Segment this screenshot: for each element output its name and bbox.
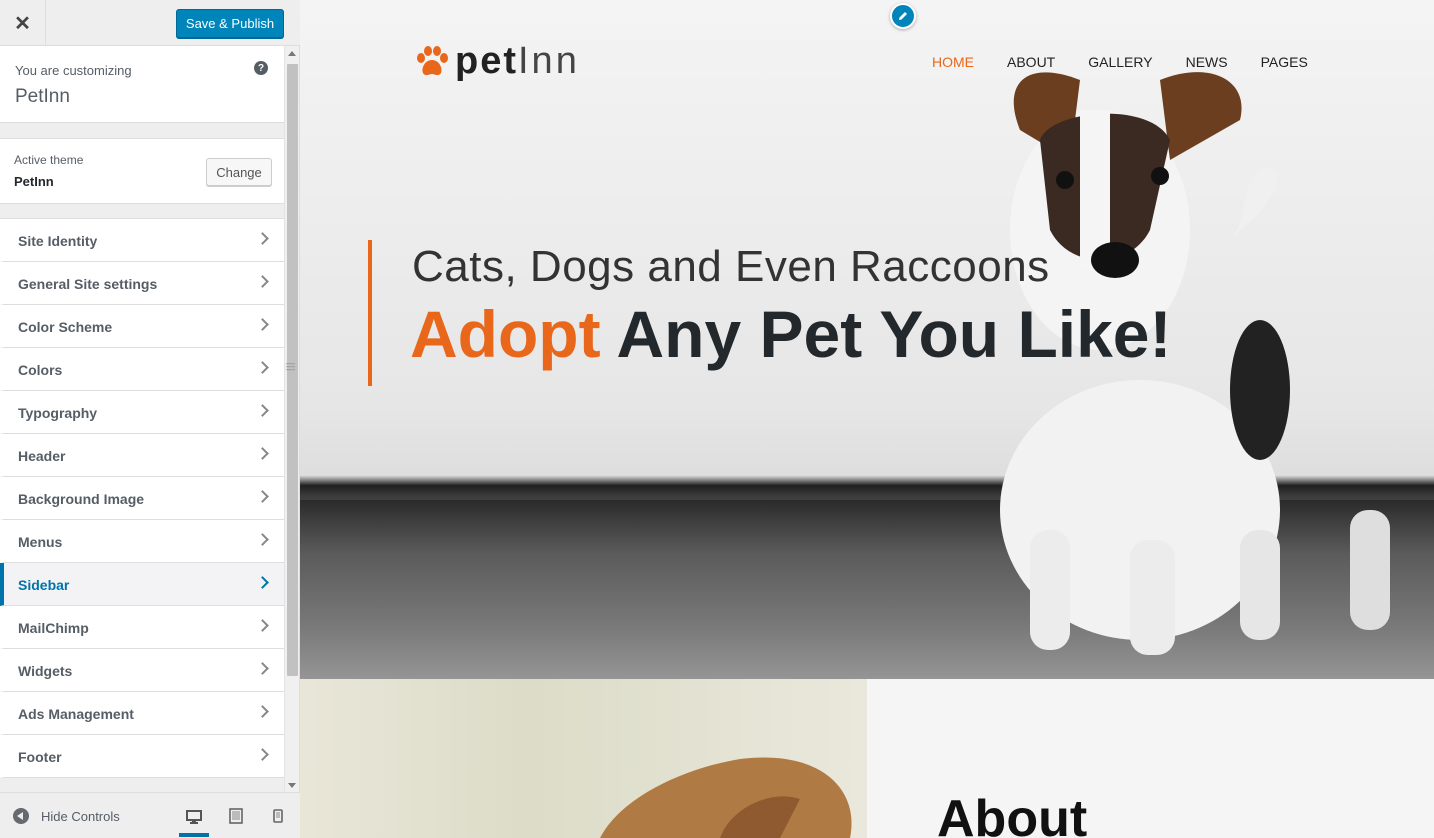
about-image [300, 679, 867, 838]
pencil-icon [899, 12, 907, 20]
chevron-right-icon [256, 232, 269, 245]
section-label: Footer [18, 749, 62, 765]
chevron-right-icon [256, 447, 269, 460]
scroll-up-arrow[interactable] [288, 51, 296, 56]
chevron-right-icon [256, 619, 269, 632]
active-theme-label: Active theme [14, 153, 84, 167]
desktop-icon [186, 810, 202, 824]
scroll-down-arrow[interactable] [288, 783, 296, 788]
hide-controls-label: Hide Controls [41, 808, 120, 824]
section-colors[interactable]: Colors [0, 348, 284, 391]
about-heading: About [937, 790, 1088, 838]
section-ads-management[interactable]: Ads Management [0, 692, 284, 735]
hero-section: pet Inn HOME ABOUT GALLERY NEWS PAGES Cats, … [300, 0, 1434, 679]
section-label: Ads Management [18, 706, 134, 722]
mobile-preview-button[interactable] [263, 803, 293, 829]
customizer-footer: Hide Controls [0, 792, 300, 838]
customizer-screen: ✕ Save & Publish You are customizing Pet… [0, 0, 1434, 838]
nav-item-news[interactable]: NEWS [1186, 54, 1228, 70]
section-label: MailChimp [18, 620, 89, 636]
section-header[interactable]: Header [0, 434, 284, 477]
hero-title-accent: Adopt [410, 297, 601, 371]
customizer-panel: ✕ Save & Publish You are customizing Pet… [0, 0, 300, 838]
section-label: Sidebar [18, 577, 70, 593]
resize-grip-icon[interactable]: — — — [286, 359, 295, 374]
active-theme-name: PetInn [14, 174, 54, 189]
dog-ear-image [600, 757, 852, 838]
site-preview: pet Inn HOME ABOUT GALLERY NEWS PAGES Cats, … [300, 0, 1434, 838]
section-menus[interactable]: Menus [0, 520, 284, 563]
edit-shortcut-button[interactable] [890, 3, 916, 29]
logo-text-inn: Inn [518, 40, 580, 82]
nav-item-gallery[interactable]: GALLERY [1088, 54, 1152, 70]
section-label: Background Image [18, 491, 145, 507]
tablet-preview-button[interactable] [221, 803, 251, 829]
nav-item-home[interactable]: HOME [932, 54, 974, 70]
section-label: General Site settings [18, 276, 158, 292]
section-general-site-settings[interactable]: General Site settings [0, 262, 284, 305]
section-label: Widgets [18, 663, 73, 679]
chevron-right-icon [256, 361, 269, 374]
customizer-controls: You are customizing PetInn ? Active them… [0, 46, 284, 792]
section-site-identity[interactable]: Site Identity [0, 219, 284, 262]
section-color-scheme[interactable]: Color Scheme [0, 305, 284, 348]
main-nav: HOME ABOUT GALLERY NEWS PAGES [932, 54, 1341, 70]
save-publish-button[interactable]: Save & Publish [176, 9, 284, 38]
customizing-info: You are customizing PetInn ? [0, 46, 284, 123]
chevron-right-icon [256, 318, 269, 331]
nav-item-about[interactable]: ABOUT [1007, 54, 1055, 70]
site-name: PetInn [15, 86, 70, 107]
collapse-arrow-icon [13, 808, 29, 824]
chevron-right-icon [256, 662, 269, 675]
scrollbar[interactable] [284, 46, 299, 792]
customizing-label: You are customizing [15, 63, 132, 78]
section-list: Site Identity General Site settings Color … [0, 218, 284, 778]
chevron-right-icon [256, 275, 269, 288]
about-section: About [867, 679, 1434, 838]
section-label: Colors [18, 362, 63, 378]
hide-controls-button[interactable]: Hide Controls [13, 808, 120, 824]
chevron-right-icon [256, 404, 269, 417]
chevron-right-icon [256, 748, 269, 761]
section-mailchimp[interactable]: MailChimp [0, 606, 284, 649]
hero-title: Adopt Any Pet You Like! [410, 296, 1172, 372]
desktop-preview-button[interactable] [179, 801, 209, 837]
section-sidebar[interactable]: Sidebar [0, 563, 284, 606]
section-widgets[interactable]: Widgets [0, 649, 284, 692]
chevron-right-icon [256, 705, 269, 718]
section-background-image[interactable]: Background Image [0, 477, 284, 520]
section-label: Header [18, 448, 66, 464]
customizer-header: ✕ Save & Publish [0, 0, 300, 46]
chevron-right-icon [256, 490, 269, 503]
help-icon[interactable]: ? [254, 61, 268, 75]
paw-icon [417, 45, 448, 75]
section-label: Typography [18, 405, 98, 421]
hero-title-rest: Any Pet You Like! [616, 297, 1172, 371]
site-logo[interactable]: pet Inn [415, 40, 580, 83]
tablet-icon [229, 808, 243, 824]
logo-text-pet: pet [455, 40, 518, 82]
section-label: Menus [18, 534, 63, 550]
close-button[interactable]: ✕ [0, 0, 46, 46]
chevron-right-icon [256, 576, 269, 589]
section-label: Color Scheme [18, 319, 113, 335]
active-theme-box: Active theme PetInn Change [0, 138, 284, 204]
nav-item-pages[interactable]: PAGES [1261, 54, 1308, 70]
mobile-icon [273, 809, 283, 823]
hero-subtitle: Cats, Dogs and Even Raccoons [412, 242, 1050, 291]
chevron-right-icon [256, 533, 269, 546]
change-theme-button[interactable]: Change [206, 158, 272, 186]
section-footer[interactable]: Footer [0, 735, 284, 778]
section-label: Site Identity [18, 233, 98, 249]
section-typography[interactable]: Typography [0, 391, 284, 434]
hero-accent-bar [368, 240, 372, 386]
